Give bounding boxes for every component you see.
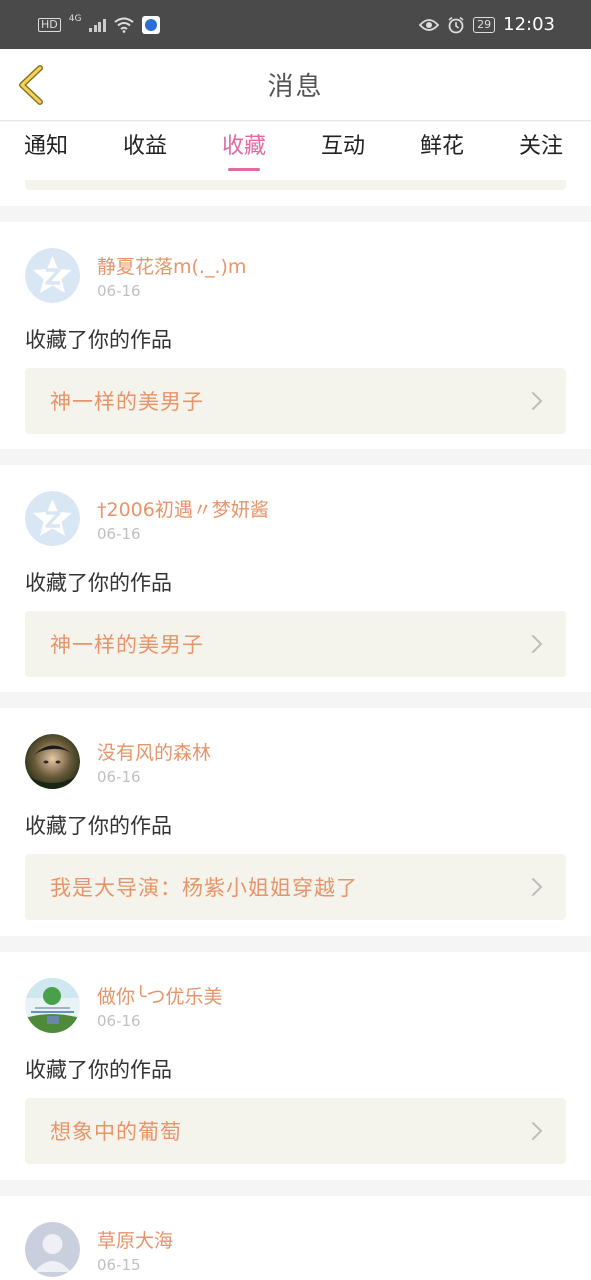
message-text: 收藏了你的作品 <box>25 1058 172 1082</box>
signal-icon <box>89 18 106 32</box>
username[interactable]: 草原大海 <box>97 1226 173 1253</box>
wifi-icon <box>114 17 134 33</box>
tab-bar: 通知 收益 收藏 互动 鲜花 关注 <box>0 122 591 180</box>
work-title: 想象中的葡萄 <box>50 1120 182 1144</box>
default-person-avatar-icon <box>25 1222 80 1277</box>
alarm-icon <box>448 16 464 33</box>
avatar[interactable] <box>25 734 80 789</box>
battery-icon: 29 <box>473 16 496 33</box>
chevron-left-icon <box>19 65 43 105</box>
work-title: 神一样的美男子 <box>50 633 204 657</box>
message-text: 收藏了你的作品 <box>25 328 172 352</box>
work-link[interactable]: 我是大导演：杨紫小姐姐穿越了 <box>25 854 566 920</box>
date: 06-16 <box>97 768 141 786</box>
message-text: 收藏了你的作品 <box>25 814 172 838</box>
app-header: 消息 <box>0 49 591 121</box>
chevron-right-icon <box>532 1122 543 1140</box>
list-item: 做你╰つ优乐美 06-16 收藏了你的作品 想象中的葡萄 <box>0 952 591 1180</box>
tab-favorites[interactable]: 收藏 <box>222 132 266 172</box>
username[interactable]: †2006初遇〃梦妍酱 <box>97 495 269 522</box>
avatar[interactable] <box>25 491 80 546</box>
hd-indicator: HD <box>38 17 61 32</box>
avatar[interactable] <box>25 248 80 303</box>
avatar[interactable] <box>25 1222 80 1277</box>
chevron-right-icon <box>532 878 543 896</box>
tab-notifications[interactable]: 通知 <box>24 132 68 172</box>
date: 06-15 <box>97 1256 141 1274</box>
chevron-right-icon <box>532 635 543 653</box>
work-title: 神一样的美男子 <box>50 390 204 414</box>
landscape-avatar-icon <box>25 978 80 1033</box>
list-item: 没有风的森林 06-16 收藏了你的作品 我是大导演：杨紫小姐姐穿越了 <box>0 708 591 936</box>
avatar[interactable] <box>25 978 80 1033</box>
photo-avatar-icon <box>25 734 80 789</box>
work-box-partial[interactable] <box>25 180 566 190</box>
clock-time: 12:03 <box>503 14 555 35</box>
list-item: 静夏花落m(._.)m 06-16 收藏了你的作品 神一样的美男子 <box>0 222 591 449</box>
username[interactable]: 没有风的森林 <box>97 738 211 765</box>
work-link[interactable]: 神一样的美男子 <box>25 368 566 434</box>
message-text: 收藏了你的作品 <box>25 571 172 595</box>
tab-interactions[interactable]: 互动 <box>321 132 365 172</box>
page-title: 消息 <box>267 72 324 102</box>
active-tab-indicator <box>228 168 261 171</box>
work-link[interactable]: 想象中的葡萄 <box>25 1098 566 1164</box>
tab-flowers[interactable]: 鲜花 <box>420 132 464 172</box>
username[interactable]: 做你╰つ优乐美 <box>97 982 222 1009</box>
list-item: †2006初遇〃梦妍酱 06-16 收藏了你的作品 神一样的美男子 <box>0 465 591 692</box>
tab-earnings[interactable]: 收益 <box>123 132 167 172</box>
default-star-avatar-icon <box>25 491 80 546</box>
date: 06-16 <box>97 525 141 543</box>
date: 06-16 <box>97 1012 141 1030</box>
chevron-right-icon <box>532 392 543 410</box>
status-bar: HD 4G 29 12:03 <box>0 0 591 49</box>
work-link[interactable]: 神一样的美男子 <box>25 611 566 677</box>
tab-follows[interactable]: 关注 <box>519 132 563 172</box>
eye-icon <box>419 18 440 31</box>
back-button[interactable] <box>14 63 48 107</box>
username[interactable]: 静夏花落m(._.)m <box>97 252 246 279</box>
list-item-partial <box>0 180 591 206</box>
default-star-avatar-icon <box>25 248 80 303</box>
network-type: 4G <box>68 13 82 24</box>
date: 06-16 <box>97 282 141 300</box>
list-item: 草原大海 06-15 <box>0 1196 591 1280</box>
work-title: 我是大导演：杨紫小姐姐穿越了 <box>50 876 358 900</box>
baidu-app-icon <box>141 15 160 34</box>
